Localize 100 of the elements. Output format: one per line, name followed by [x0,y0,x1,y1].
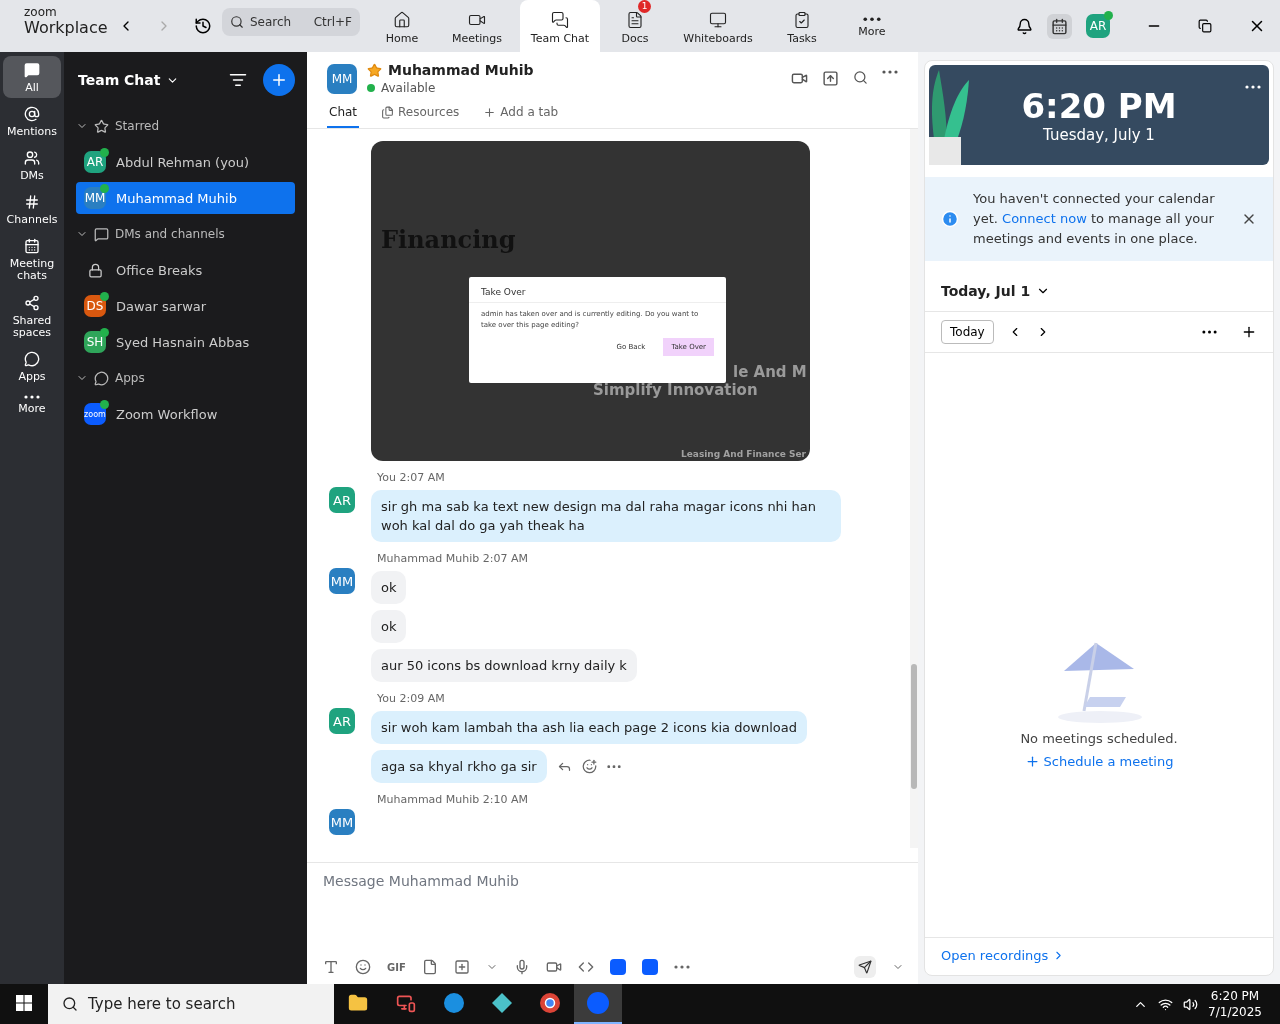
add-icon [483,105,497,119]
nav-tab[interactable]: Team Chat [520,0,600,52]
app-icon[interactable] [609,959,626,975]
lock-icon [87,262,103,278]
share-screen-icon[interactable] [822,70,839,87]
schedule-link[interactable]: Schedule a meeting [1024,754,1174,769]
emoji-icon[interactable] [581,759,597,774]
restore-icon[interactable] [1198,19,1212,33]
sender-avatar: AR [329,487,355,513]
rail-item[interactable]: All [3,56,61,99]
rail-item[interactable]: Apps [3,344,61,387]
hash-icon [24,194,40,211]
network-icon[interactable] [1158,996,1174,1012]
recordings-link[interactable]: Open recordings [941,948,1066,963]
sender-avatar: AR [329,708,355,734]
gif-button[interactable]: GIF [387,961,406,973]
message-meta: Muhammad Muhib 2:07 AM [377,552,529,565]
calendar-button[interactable] [1047,13,1072,39]
chat-list-item[interactable]: DS Dawar sarwar [76,290,295,322]
calendar-icon [1051,17,1068,35]
today-button[interactable]: Today [941,320,994,344]
screenshot-icon[interactable] [453,959,470,975]
more-icon[interactable] [1202,330,1217,334]
message-meta: Muhammad Muhib 2:10 AM [377,793,529,806]
nav-tab[interactable]: More [838,0,906,52]
send-icon [858,960,872,974]
nav-tab[interactable]: Tasks [766,0,838,52]
message-meta: You 2:09 AM [377,692,445,705]
emoji-icon[interactable] [355,959,371,975]
history-icon[interactable] [194,17,212,35]
chat-list-item[interactable]: AR Abdul Rehman (you) [76,146,295,178]
contact-avatar: DS [84,295,106,317]
page-subtitle: Simplify Innovation [593,381,758,399]
rail-item[interactable]: DMs [3,144,61,187]
chat-tab[interactable]: Chat [327,101,360,128]
chat-list-item[interactable]: SH Syed Hasnain Abbas [76,326,295,358]
add-icon[interactable] [1241,324,1257,340]
folder-icon[interactable] [348,993,368,1013]
browser-icon[interactable] [539,992,561,1014]
new-chat-button[interactable] [263,64,295,96]
app-icon[interactable] [396,993,416,1013]
rail-item[interactable]: Shared spaces [3,288,61,343]
app-icon[interactable] [641,959,658,975]
section-header[interactable]: Apps [76,360,295,396]
star-icon[interactable] [367,62,382,78]
sidebar-title[interactable]: Team Chat [78,72,161,88]
nav-tab[interactable]: Whiteboards [670,0,766,52]
send-button[interactable] [854,956,876,978]
bell-icon[interactable] [1016,17,1033,35]
active-app-tile[interactable] [574,984,622,1024]
presence-status: Available [367,81,534,95]
code-icon[interactable] [577,959,594,975]
video-icon[interactable] [545,959,562,975]
more-icon[interactable] [882,70,898,74]
chat-list-item[interactable]: zoom Zoom Workflow [76,398,295,430]
share-icon [24,294,40,311]
board-icon [709,10,727,29]
search-field[interactable]: Search Ctrl+F [222,8,360,36]
search-icon [62,996,78,1012]
taskbar-search[interactable]: Type here to search [48,984,334,1024]
chat-tab[interactable]: Add a tab [481,101,561,128]
contact-avatar: AR [84,151,106,173]
chat-list-item[interactable]: MM Muhammad Muhib [76,182,295,214]
file-icon[interactable] [421,959,438,975]
contact-name: Muhammad Muhib [388,62,534,78]
message-bubble: ok [371,610,407,643]
sender-avatar: MM [329,568,355,594]
doc-icon [626,10,644,29]
message-bubble: sir gh ma sab ka text new design ma dal raha magar icons nhi han woh kal dal do ga yah theak ha [371,490,841,542]
star-icon [94,118,109,134]
sender-avatar: MM [329,809,355,835]
section-header[interactable]: Starred [76,108,295,144]
rail-item[interactable]: More [3,388,61,419]
chat-icon [551,10,569,29]
format-icon[interactable] [323,959,339,975]
taskbar-clock[interactable]: 6:20 PM 7/1/2025 [1208,988,1262,1020]
page-footer-text: Leasing And Finance Ser [681,449,806,459]
more-icon[interactable] [1245,85,1261,89]
nav-tab[interactable]: Home [370,0,434,52]
plus-icon [1024,754,1040,769]
connect-link[interactable]: Connect now [1002,211,1087,226]
home-icon [393,10,411,29]
section-header[interactable]: DMs and channels [76,216,295,252]
volume-icon[interactable] [1183,996,1199,1012]
nav-tab[interactable]: Docs 1 [600,0,670,52]
brand-caption: zoom [24,6,58,18]
search-icon[interactable] [853,70,868,85]
filter-icon[interactable] [229,71,247,89]
contact-avatar: zoom [84,403,106,425]
chat-tab[interactable]: Resources [379,101,462,128]
app-icon[interactable] [491,992,513,1014]
info-icon [941,210,959,228]
chat-list-item[interactable]: Office Breaks [76,254,295,286]
files-icon [381,105,395,119]
rail-item[interactable]: Meeting chats [3,232,61,287]
day-selector[interactable]: Today, Jul 1 [941,283,1031,299]
rail-item[interactable]: Mentions [3,100,61,143]
nav-tab[interactable]: Meetings [434,0,520,52]
rail-item[interactable]: Channels [3,188,61,231]
message-meta: You 2:07 AM [377,471,445,484]
